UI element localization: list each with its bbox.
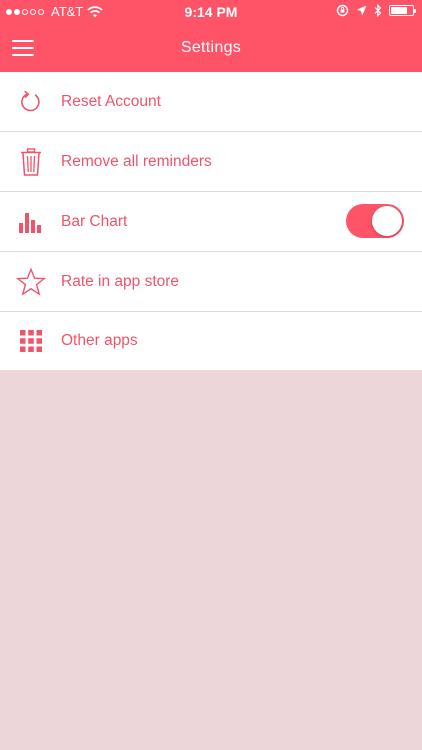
settings-item-label: Bar Chart bbox=[61, 212, 128, 230]
bar-chart-toggle[interactable] bbox=[346, 204, 404, 238]
settings-item-label: Other apps bbox=[61, 332, 138, 349]
rotation-lock-icon bbox=[336, 4, 349, 17]
settings-item-label: Remove all reminders bbox=[61, 152, 212, 170]
toggle-knob bbox=[372, 206, 402, 236]
settings-list: Reset Account Remove all reminders Bar C… bbox=[0, 72, 422, 370]
status-right bbox=[336, 4, 416, 17]
status-bar: AT&T 9:14 PM bbox=[0, 0, 422, 24]
trash-icon bbox=[16, 147, 46, 177]
bluetooth-icon bbox=[374, 4, 382, 17]
navigation-bar: Settings bbox=[0, 24, 422, 72]
settings-item-label: Reset Account bbox=[61, 92, 161, 110]
settings-item-other-apps[interactable]: Other apps bbox=[0, 312, 422, 370]
grid-icon bbox=[16, 326, 46, 356]
settings-item-remove-reminders[interactable]: Remove all reminders bbox=[0, 132, 422, 192]
battery-icon bbox=[389, 5, 416, 16]
settings-item-reset-account[interactable]: Reset Account bbox=[0, 72, 422, 132]
bar-chart-icon bbox=[16, 207, 46, 237]
settings-item-bar-chart[interactable]: Bar Chart bbox=[0, 192, 422, 252]
page-title: Settings bbox=[180, 39, 242, 56]
settings-item-label: Rate in app store bbox=[61, 272, 180, 290]
battery-fill bbox=[391, 7, 407, 14]
star-icon bbox=[16, 266, 46, 297]
top-bar: AT&T 9:14 PM Settings bbox=[0, 0, 422, 72]
settings-item-rate-app[interactable]: Rate in app store bbox=[0, 252, 422, 312]
refresh-icon bbox=[16, 87, 46, 117]
location-icon bbox=[356, 5, 367, 16]
